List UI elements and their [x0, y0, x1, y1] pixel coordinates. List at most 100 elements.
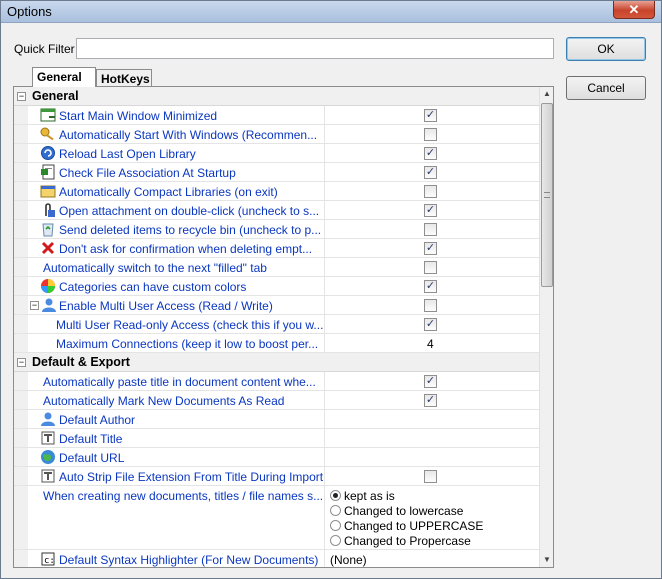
- option-row: When creating new documents, titles / fi…: [14, 486, 539, 550]
- globe-icon: [41, 450, 55, 464]
- ok-button[interactable]: OK: [566, 37, 646, 61]
- option-checkbox[interactable]: [424, 261, 437, 274]
- option-label: When creating new documents, titles / fi…: [43, 489, 324, 503]
- option-row: Automatically Start With Windows (Recomm…: [14, 125, 539, 144]
- section-general[interactable]: − General: [14, 87, 539, 106]
- close-button[interactable]: ✕: [613, 1, 655, 19]
- title-bar: Options ✕: [1, 1, 661, 23]
- color-wheel-icon: [41, 279, 55, 293]
- option-label: Don't ask for confirmation when deleting…: [59, 242, 313, 256]
- recycle-icon: [42, 223, 54, 237]
- syntax-highlighter-value[interactable]: (None): [330, 553, 367, 567]
- option-row: Categories can have custom colors ✓: [14, 277, 539, 296]
- reload-icon: [41, 146, 55, 160]
- window-title: Options: [7, 4, 52, 19]
- option-checkbox[interactable]: ✓: [424, 375, 437, 388]
- option-row: Check File Association At Startup ✓: [14, 163, 539, 182]
- option-row: Default URL: [14, 448, 539, 467]
- section-default-export[interactable]: − Default & Export: [14, 353, 539, 372]
- option-row: Auto Strip File Extension From Title Dur…: [14, 467, 539, 486]
- option-row: − Enable Multi User Access (Read / Write…: [14, 296, 539, 315]
- option-row: Automatically paste title in document co…: [14, 372, 539, 391]
- tab-general[interactable]: General: [32, 67, 96, 87]
- quick-filter-label: Quick Filter: [14, 42, 75, 56]
- option-label: Maximum Connections (keep it low to boos…: [56, 337, 319, 351]
- default-author-value[interactable]: [326, 410, 539, 429]
- user-icon: [42, 298, 56, 312]
- radio-propercase[interactable]: Changed to Propercase: [330, 534, 471, 549]
- scroll-down-icon[interactable]: ▼: [540, 553, 554, 567]
- option-checkbox[interactable]: [424, 223, 437, 236]
- author-icon: [41, 412, 55, 426]
- option-checkbox[interactable]: ✓: [424, 204, 437, 217]
- title-icon: [41, 431, 55, 445]
- option-checkbox[interactable]: ✓: [424, 318, 437, 331]
- option-label: Enable Multi User Access (Read / Write): [59, 299, 273, 313]
- property-grid: − General Start Main Window Minimized ✓: [14, 87, 539, 567]
- delete-icon: [41, 241, 55, 255]
- radio-lowercase[interactable]: Changed to lowercase: [330, 504, 463, 519]
- option-checkbox[interactable]: ✓: [424, 280, 437, 293]
- option-row: Start Main Window Minimized ✓: [14, 106, 539, 125]
- scroll-thumb[interactable]: [541, 103, 553, 287]
- option-label: Start Main Window Minimized: [59, 109, 218, 123]
- radio-kept-as-is[interactable]: kept as is: [330, 489, 395, 504]
- section-label: Default & Export: [32, 355, 130, 369]
- option-checkbox[interactable]: [424, 128, 437, 141]
- key-icon: [40, 127, 54, 141]
- option-checkbox[interactable]: ✓: [424, 109, 437, 122]
- default-title-value[interactable]: [326, 429, 539, 448]
- compact-icon: [40, 185, 56, 198]
- max-connections-value[interactable]: 4: [427, 337, 434, 351]
- radio-uppercase[interactable]: Changed to UPPERCASE: [330, 519, 483, 534]
- options-panel: − General Start Main Window Minimized ✓: [13, 86, 554, 568]
- option-checkbox[interactable]: ✓: [424, 394, 437, 407]
- option-row: Automatically Mark New Documents As Read…: [14, 391, 539, 410]
- option-label: Default Author: [59, 413, 136, 427]
- tab-hotkeys[interactable]: HotKeys: [96, 69, 152, 86]
- cancel-button[interactable]: Cancel: [566, 76, 646, 100]
- option-row: c: Default Syntax Highlighter (For New D…: [14, 550, 539, 567]
- option-row: Don't ask for confirmation when deleting…: [14, 239, 539, 258]
- collapse-icon[interactable]: −: [17, 358, 26, 367]
- option-label: Default Syntax Highlighter (For New Docu…: [59, 553, 319, 567]
- option-row: Default Author: [14, 410, 539, 429]
- option-row: Default Title: [14, 429, 539, 448]
- window-icon: [40, 108, 56, 122]
- collapse-icon[interactable]: −: [17, 92, 26, 101]
- svg-text:c:: c:: [44, 556, 55, 566]
- option-label: Automatically Start With Windows (Recomm…: [59, 128, 318, 142]
- option-label: Check File Association At Startup: [59, 166, 236, 180]
- option-label: Reload Last Open Library: [59, 147, 196, 161]
- attachment-icon: [45, 203, 55, 217]
- option-checkbox[interactable]: ✓: [424, 147, 437, 160]
- scroll-up-icon[interactable]: ▲: [540, 87, 554, 101]
- option-label: Auto Strip File Extension From Title Dur…: [59, 470, 324, 484]
- strip-icon: [41, 469, 55, 483]
- option-row: Multi User Read-only Access (check this …: [14, 315, 539, 334]
- syntax-icon: c:: [41, 552, 55, 566]
- option-label: Automatically paste title in document co…: [43, 375, 316, 389]
- vertical-scrollbar[interactable]: ▲ ▼: [539, 87, 553, 567]
- option-label: Default URL: [59, 451, 125, 465]
- option-checkbox[interactable]: [424, 470, 437, 483]
- option-row: Reload Last Open Library ✓: [14, 144, 539, 163]
- default-url-value[interactable]: [326, 448, 539, 467]
- option-checkbox[interactable]: [424, 185, 437, 198]
- option-row: Open attachment on double-click (uncheck…: [14, 201, 539, 220]
- option-label: Send deleted items to recycle bin (unche…: [59, 223, 322, 237]
- option-row: Automatically Compact Libraries (on exit…: [14, 182, 539, 201]
- option-label: Open attachment on double-click (uncheck…: [59, 204, 320, 218]
- section-label: General: [32, 89, 79, 103]
- option-label: Automatically switch to the next "filled…: [43, 261, 267, 275]
- collapse-icon[interactable]: −: [30, 301, 39, 310]
- quick-filter-input[interactable]: [76, 38, 554, 59]
- option-checkbox[interactable]: [424, 299, 437, 312]
- option-checkbox[interactable]: ✓: [424, 166, 437, 179]
- option-row: Send deleted items to recycle bin (unche…: [14, 220, 539, 239]
- options-window: Options ✕ Quick Filter OK Cancel General…: [0, 0, 662, 579]
- option-label: Categories can have custom colors: [59, 280, 247, 294]
- title-case-radio-group: kept as is Changed to lowercase Changed …: [326, 486, 539, 550]
- option-checkbox[interactable]: ✓: [424, 242, 437, 255]
- file-association-icon: [41, 164, 55, 180]
